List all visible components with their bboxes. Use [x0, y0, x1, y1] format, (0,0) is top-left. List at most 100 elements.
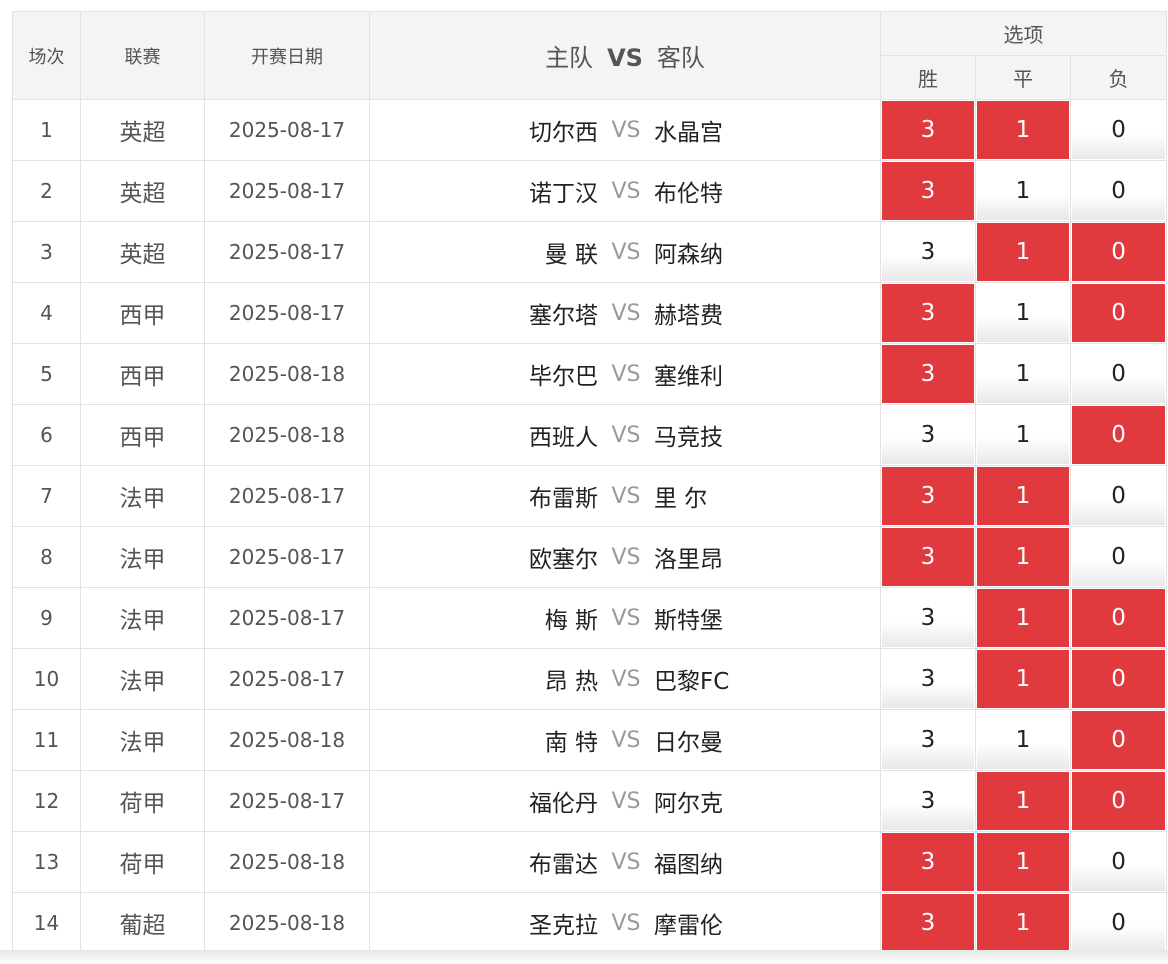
header-lose: 负: [1069, 55, 1168, 100]
table-row: 2 英超 2025-08-17 诺丁汉 VS 布伦特 3 1 0: [12, 160, 1168, 222]
option-lose-button[interactable]: 0: [1072, 589, 1166, 647]
option-lose-button[interactable]: 0: [1072, 406, 1166, 464]
option-cell-draw: 1: [975, 892, 1071, 954]
match-teams: 梅 斯 VS 斯特堡: [369, 587, 881, 649]
option-cell-draw: 1: [975, 465, 1071, 527]
option-cell-lose: 0: [1069, 526, 1168, 588]
option-cell-win: 3: [880, 404, 976, 466]
option-lose-button[interactable]: 0: [1072, 833, 1166, 891]
league-name: 法甲: [80, 526, 205, 588]
home-team: 福伦丹: [529, 791, 598, 817]
away-team: 斯特堡: [654, 608, 723, 634]
option-draw-button[interactable]: 1: [977, 345, 1069, 403]
option-draw-button[interactable]: 1: [977, 467, 1069, 525]
option-draw-button[interactable]: 1: [977, 711, 1069, 769]
vs-label: VS: [611, 239, 641, 265]
option-draw-button[interactable]: 1: [977, 284, 1069, 342]
league-name: 英超: [80, 99, 205, 161]
option-cell-draw: 1: [975, 648, 1071, 710]
option-lose-button[interactable]: 0: [1072, 650, 1166, 708]
option-lose-button[interactable]: 0: [1072, 284, 1166, 342]
match-date: 2025-08-17: [204, 526, 370, 588]
match-number: 8: [12, 526, 81, 588]
option-cell-draw: 1: [975, 160, 1071, 222]
match-number: 11: [12, 709, 81, 771]
option-lose-button[interactable]: 0: [1072, 711, 1166, 769]
option-win-button[interactable]: 3: [882, 406, 974, 464]
away-team: 摩雷伦: [654, 913, 723, 939]
option-cell-draw: 1: [975, 282, 1071, 344]
match-number: 10: [12, 648, 81, 710]
option-lose-button[interactable]: 0: [1072, 772, 1166, 830]
option-win-button[interactable]: 3: [882, 345, 974, 403]
table-row: 5 西甲 2025-08-18 毕尔巴 VS 塞维利 3 1 0: [12, 343, 1168, 405]
league-name: 英超: [80, 221, 205, 283]
option-lose-button[interactable]: 0: [1072, 162, 1166, 220]
option-draw-button[interactable]: 1: [977, 650, 1069, 708]
option-draw-button[interactable]: 1: [977, 162, 1069, 220]
option-win-button[interactable]: 3: [882, 467, 974, 525]
option-win-button[interactable]: 3: [882, 833, 974, 891]
league-name: 法甲: [80, 709, 205, 771]
vs-label: VS: [611, 422, 641, 448]
option-win-button[interactable]: 3: [882, 223, 974, 281]
option-cell-lose: 0: [1069, 892, 1168, 954]
away-team: 布伦特: [654, 181, 723, 207]
header-win: 胜: [880, 55, 976, 100]
lottery-table-container: 场次 联赛 开赛日期 主队 VS 客队 选项 胜 平 负 1 英超 2025-08-17…: [12, 11, 1168, 954]
vs-label: VS: [611, 300, 641, 326]
option-win-button[interactable]: 3: [882, 894, 974, 952]
option-draw-button[interactable]: 1: [977, 894, 1069, 952]
option-lose-button[interactable]: 0: [1072, 894, 1166, 952]
option-cell-draw: 1: [975, 526, 1071, 588]
option-lose-button[interactable]: 0: [1072, 528, 1166, 586]
option-cell-win: 3: [880, 892, 976, 954]
option-win-button[interactable]: 3: [882, 162, 974, 220]
option-win-button[interactable]: 3: [882, 101, 974, 159]
table-row: 1 英超 2025-08-17 切尔西 VS 水晶宫 3 1 0: [12, 99, 1168, 161]
match-teams: 圣克拉 VS 摩雷伦: [369, 892, 881, 954]
option-win-button[interactable]: 3: [882, 772, 974, 830]
option-win-button[interactable]: 3: [882, 711, 974, 769]
option-win-button[interactable]: 3: [882, 284, 974, 342]
match-teams: 昂 热 VS 巴黎FC: [369, 648, 881, 710]
option-draw-button[interactable]: 1: [977, 833, 1069, 891]
bottom-shadow: [0, 950, 1168, 964]
header-match-no: 场次: [12, 11, 81, 100]
match-date: 2025-08-18: [204, 892, 370, 954]
match-teams: 布雷斯 VS 里 尔: [369, 465, 881, 527]
option-draw-button[interactable]: 1: [977, 406, 1069, 464]
vs-label: VS: [611, 178, 641, 204]
match-teams: 布雷达 VS 福图纳: [369, 831, 881, 893]
league-name: 英超: [80, 160, 205, 222]
option-lose-button[interactable]: 0: [1072, 345, 1166, 403]
home-team: 梅 斯: [544, 608, 598, 634]
option-lose-button[interactable]: 0: [1072, 223, 1166, 281]
header-away: 客队: [656, 44, 705, 72]
table-row: 3 英超 2025-08-17 曼 联 VS 阿森纳 3 1 0: [12, 221, 1168, 283]
option-cell-win: 3: [880, 343, 976, 405]
table-row: 13 荷甲 2025-08-18 布雷达 VS 福图纳 3 1 0: [12, 831, 1168, 893]
option-draw-button[interactable]: 1: [977, 528, 1069, 586]
option-lose-button[interactable]: 0: [1072, 101, 1166, 159]
option-lose-button[interactable]: 0: [1072, 467, 1166, 525]
table-row: 12 荷甲 2025-08-17 福伦丹 VS 阿尔克 3 1 0: [12, 770, 1168, 832]
match-number: 13: [12, 831, 81, 893]
option-win-button[interactable]: 3: [882, 589, 974, 647]
option-draw-button[interactable]: 1: [977, 101, 1069, 159]
option-draw-button[interactable]: 1: [977, 772, 1069, 830]
option-draw-button[interactable]: 1: [977, 223, 1069, 281]
match-number: 14: [12, 892, 81, 954]
option-win-button[interactable]: 3: [882, 650, 974, 708]
match-teams: 曼 联 VS 阿森纳: [369, 221, 881, 283]
home-team: 圣克拉: [529, 913, 598, 939]
match-selection-table: 场次 联赛 开赛日期 主队 VS 客队 选项 胜 平 负 1 英超 2025-08-17…: [12, 11, 1168, 954]
option-draw-button[interactable]: 1: [977, 589, 1069, 647]
match-date: 2025-08-17: [204, 648, 370, 710]
away-team: 阿尔克: [654, 791, 723, 817]
table-body: 1 英超 2025-08-17 切尔西 VS 水晶宫 3 1 0 2 英超 2025-08-17 诺丁汉…: [12, 99, 1168, 954]
option-cell-draw: 1: [975, 831, 1071, 893]
table-row: 9 法甲 2025-08-17 梅 斯 VS 斯特堡 3 1 0: [12, 587, 1168, 649]
option-cell-lose: 0: [1069, 465, 1168, 527]
option-win-button[interactable]: 3: [882, 528, 974, 586]
